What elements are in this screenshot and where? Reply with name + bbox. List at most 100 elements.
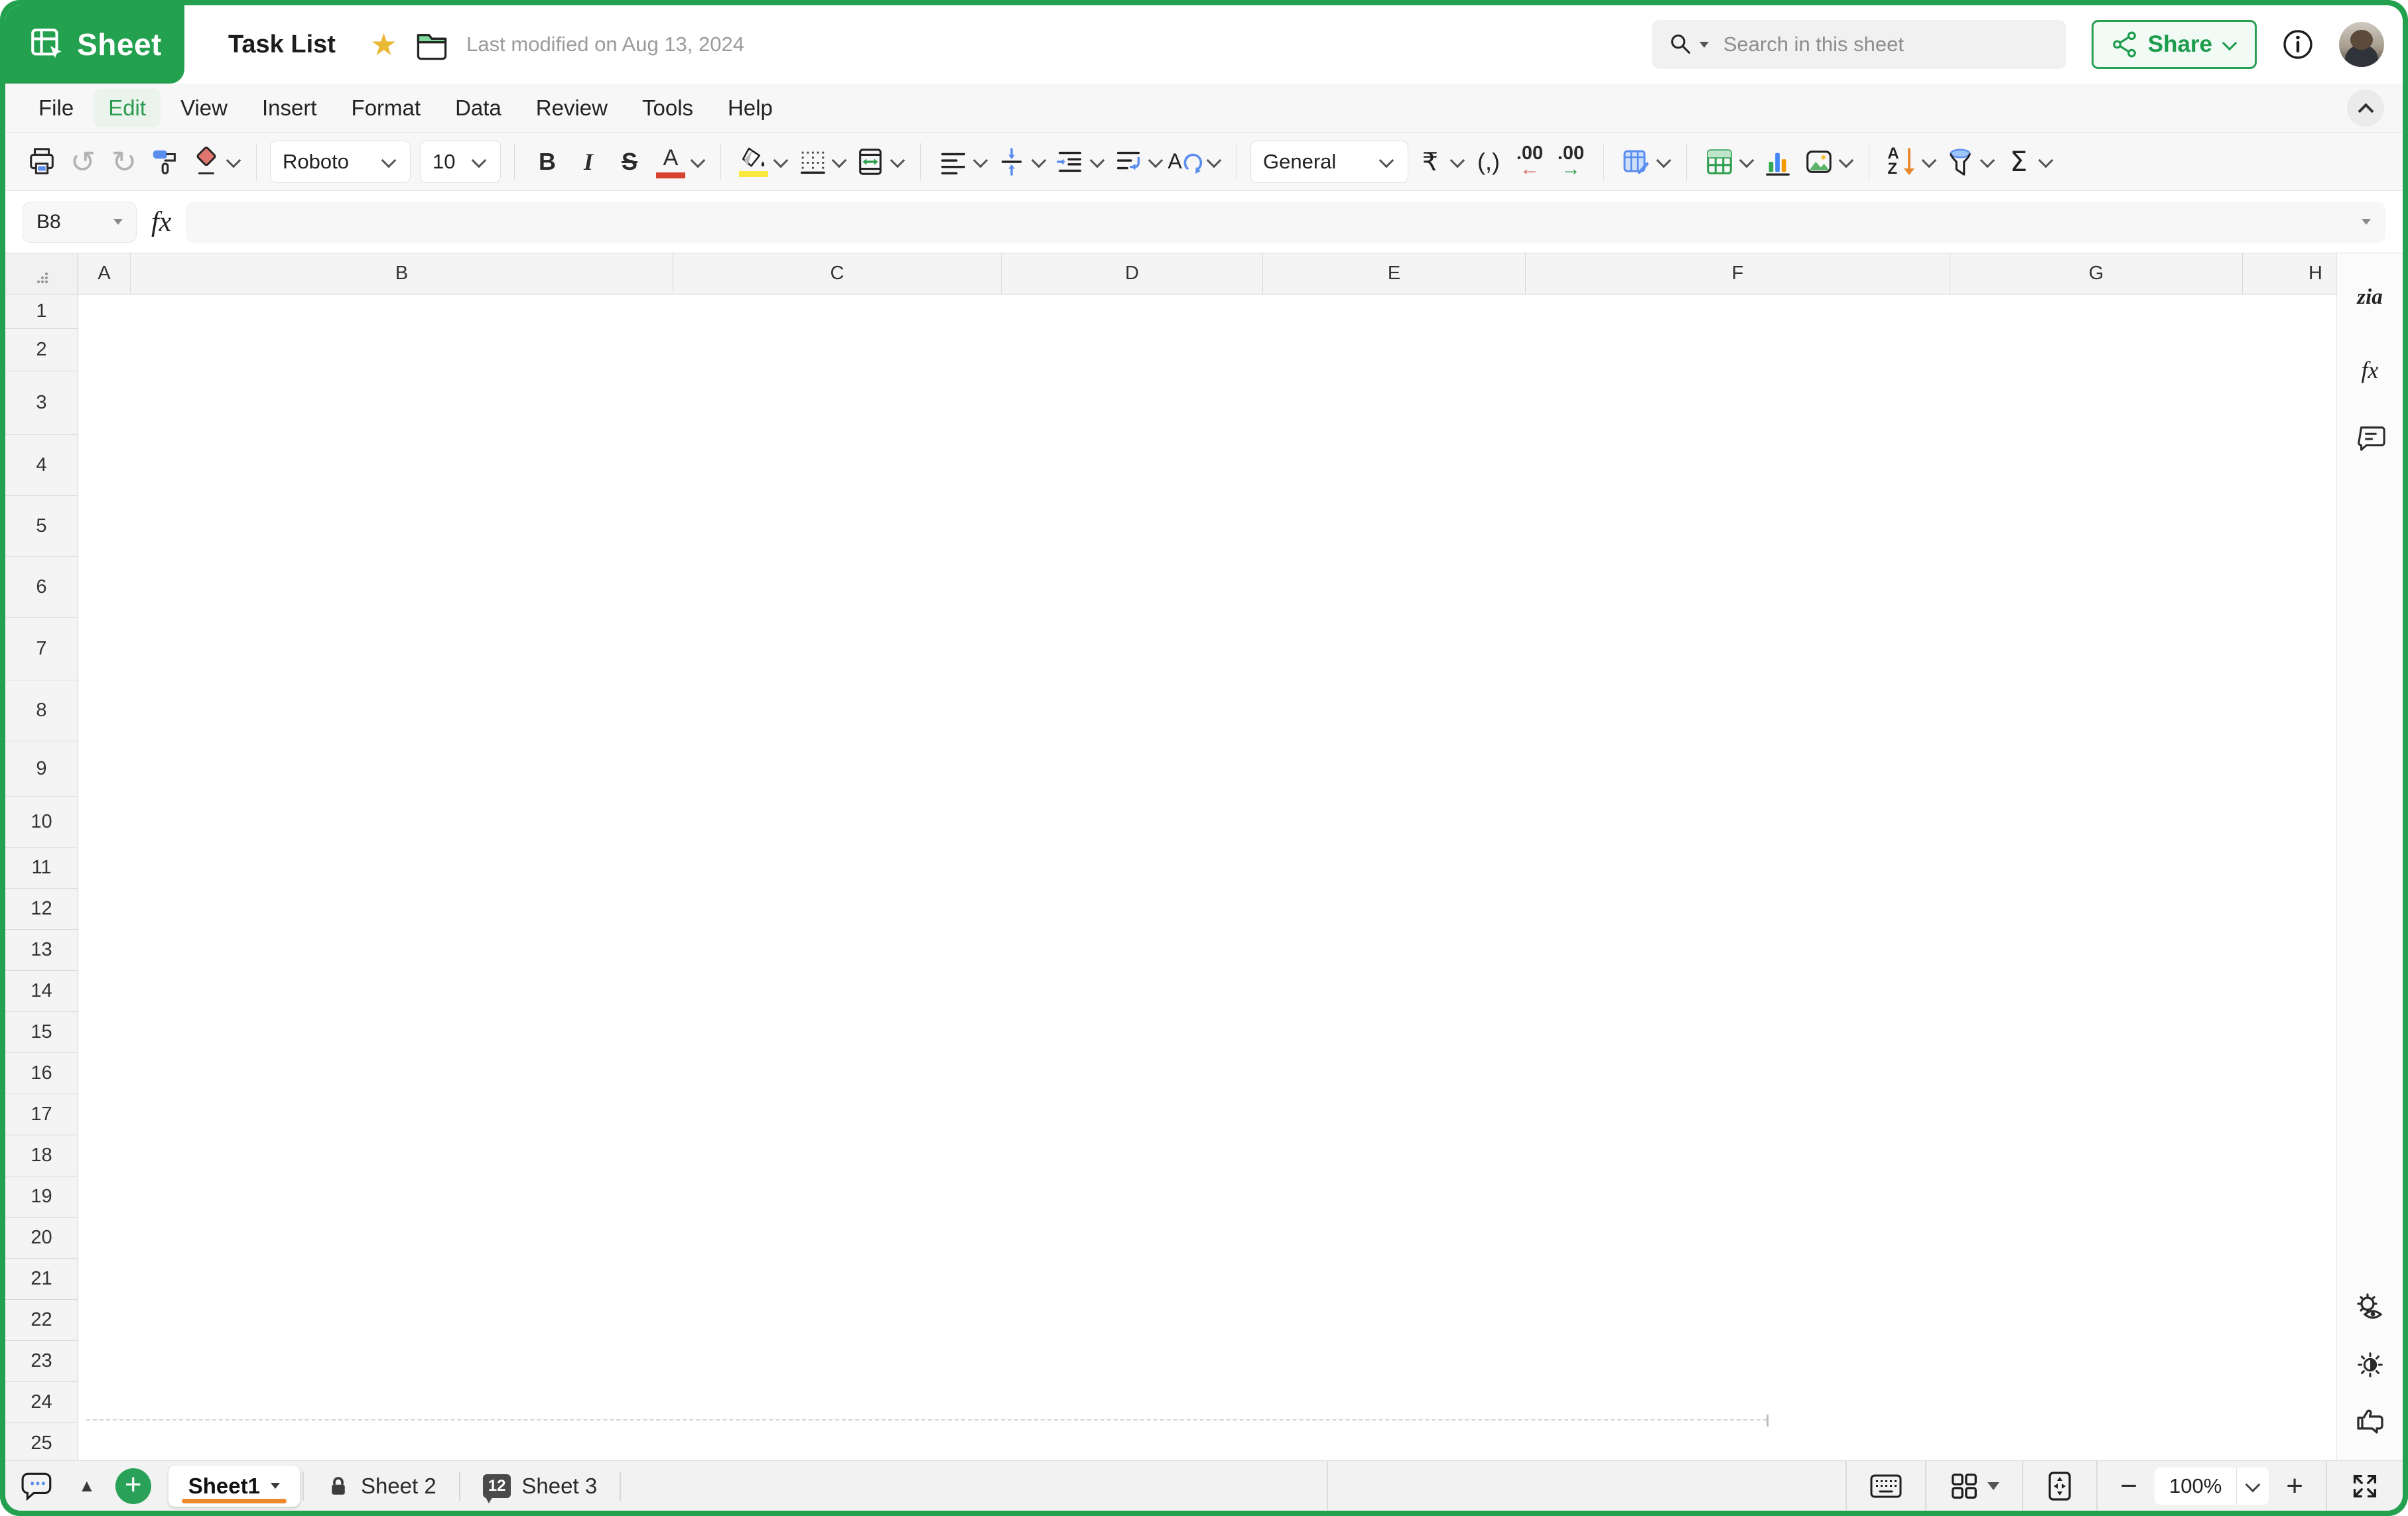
row-header-9[interactable]: 9 xyxy=(5,741,78,797)
undo-button[interactable]: ↺ xyxy=(64,141,102,183)
row-header-7[interactable]: 7 xyxy=(5,618,78,680)
share-button[interactable]: Share xyxy=(2092,20,2257,69)
fill-color-button[interactable] xyxy=(734,141,773,183)
column-header-e[interactable]: E xyxy=(1263,253,1526,294)
row-header-15[interactable]: 15 xyxy=(5,1012,78,1053)
expand-formula-bar-icon[interactable] xyxy=(2362,219,2371,225)
fill-color-dropdown-icon[interactable] xyxy=(773,154,789,170)
search-options-dropdown-icon[interactable] xyxy=(1700,42,1709,48)
row-header-17[interactable]: 17 xyxy=(5,1094,78,1135)
row-header-16[interactable]: 16 xyxy=(5,1053,78,1094)
zoom-level-dropdown[interactable] xyxy=(2237,1468,2269,1505)
insert-table-dropdown-icon[interactable] xyxy=(1739,154,1755,170)
italic-button[interactable]: I xyxy=(569,141,608,183)
chat-button[interactable] xyxy=(21,1470,54,1503)
select-all-corner[interactable] xyxy=(5,253,78,294)
currency-dropdown-icon[interactable] xyxy=(1449,154,1465,170)
cells-canvas[interactable] xyxy=(78,294,2336,1460)
sum-dropdown-icon[interactable] xyxy=(2038,154,2054,170)
row-header-25[interactable]: 25 xyxy=(5,1423,78,1460)
wrap-text-dropdown-icon[interactable] xyxy=(1148,154,1164,170)
column-header-c[interactable]: C xyxy=(673,253,1002,294)
info-icon[interactable] xyxy=(2282,29,2314,60)
row-header-11[interactable]: 11 xyxy=(5,848,78,889)
text-rotation-dropdown-icon[interactable] xyxy=(1206,154,1222,170)
sort-dropdown-icon[interactable] xyxy=(1921,154,1937,170)
conditional-format-button[interactable] xyxy=(1617,141,1656,183)
merge-cells-dropdown-icon[interactable] xyxy=(890,154,905,170)
insert-chart-button[interactable] xyxy=(1759,141,1797,183)
collapse-toolbar-button[interactable] xyxy=(2347,90,2384,127)
keyboard-shortcuts-button[interactable] xyxy=(1869,1472,1903,1501)
comma-format-button[interactable]: (,) xyxy=(1469,141,1508,183)
column-header-g[interactable]: G xyxy=(1950,253,2243,294)
vertical-align-dropdown-icon[interactable] xyxy=(1031,154,1047,170)
freeze-panes-dropdown-icon[interactable] xyxy=(1987,1482,1999,1490)
column-header-a[interactable]: A xyxy=(78,253,131,294)
folder-icon[interactable] xyxy=(415,29,449,60)
row-header-6[interactable]: 6 xyxy=(5,557,78,618)
column-header-d[interactable]: D xyxy=(1002,253,1263,294)
fit-to-page-button[interactable] xyxy=(2046,1470,2074,1502)
row-header-12[interactable]: 12 xyxy=(5,889,78,930)
merge-cells-button[interactable] xyxy=(851,141,890,183)
number-format-select[interactable]: General xyxy=(1250,141,1408,183)
text-rotation-button[interactable]: A xyxy=(1168,141,1206,183)
sheet-tab-sheet-2[interactable]: Sheet 2 xyxy=(306,1461,456,1511)
sheet-list-button[interactable]: ▲ xyxy=(78,1476,96,1496)
sheet-tab-sheet1[interactable]: Sheet1 xyxy=(168,1466,300,1507)
functions-panel-button[interactable]: fx xyxy=(2349,349,2391,391)
font-family-select[interactable]: Roboto xyxy=(270,141,411,183)
font-color-dropdown-icon[interactable] xyxy=(690,154,706,170)
row-header-5[interactable]: 5 xyxy=(5,496,78,557)
share-dropdown-icon[interactable] xyxy=(2222,36,2238,52)
row-header-14[interactable]: 14 xyxy=(5,971,78,1012)
row-header-3[interactable]: 3 xyxy=(5,371,78,435)
feedback-button[interactable] xyxy=(2349,1401,2391,1443)
theme-contrast-button[interactable] xyxy=(2349,1344,2391,1386)
font-size-select[interactable]: 10 xyxy=(420,141,501,183)
print-button[interactable] xyxy=(23,141,61,183)
zoom-in-button[interactable]: + xyxy=(2286,1472,2303,1501)
formula-input[interactable] xyxy=(186,202,2385,243)
insert-image-dropdown-icon[interactable] xyxy=(1838,154,1854,170)
row-header-1[interactable]: 1 xyxy=(5,294,78,329)
menu-item-view[interactable]: View xyxy=(166,89,242,127)
row-header-18[interactable]: 18 xyxy=(5,1135,78,1176)
increase-decimal-button[interactable]: .00 → xyxy=(1552,141,1590,183)
zoom-out-button[interactable]: − xyxy=(2120,1472,2137,1501)
menu-item-format[interactable]: Format xyxy=(337,89,436,127)
strikethrough-button[interactable]: S xyxy=(610,141,649,183)
borders-dropdown-icon[interactable] xyxy=(831,154,847,170)
bold-button[interactable]: B xyxy=(528,141,567,183)
row-header-4[interactable]: 4 xyxy=(5,435,78,496)
horizontal-align-button[interactable] xyxy=(934,141,972,183)
menu-item-insert[interactable]: Insert xyxy=(247,89,332,127)
search-input[interactable]: Search in this sheet xyxy=(1652,20,2066,69)
column-header-f[interactable]: F xyxy=(1526,253,1950,294)
row-header-8[interactable]: 8 xyxy=(5,680,78,741)
menu-item-review[interactable]: Review xyxy=(521,89,622,127)
indent-button[interactable] xyxy=(1051,141,1089,183)
row-header-24[interactable]: 24 xyxy=(5,1382,78,1423)
conditional-format-dropdown-icon[interactable] xyxy=(1656,154,1672,170)
favorite-star-icon[interactable]: ★ xyxy=(370,29,397,60)
insert-table-button[interactable] xyxy=(1700,141,1739,183)
filter-button[interactable] xyxy=(1941,141,1979,183)
insert-image-button[interactable] xyxy=(1800,141,1838,183)
format-painter-button[interactable] xyxy=(146,141,184,183)
borders-button[interactable] xyxy=(793,141,831,183)
menu-item-data[interactable]: Data xyxy=(440,89,516,127)
sheet-tab-dropdown-icon[interactable] xyxy=(271,1483,280,1489)
zia-assistant-button[interactable]: zia xyxy=(2349,276,2391,318)
row-header-22[interactable]: 22 xyxy=(5,1300,78,1341)
vertical-align-button[interactable] xyxy=(992,141,1031,183)
sort-button[interactable]: AZ xyxy=(1883,141,1921,183)
app-logo[interactable]: Sheet xyxy=(5,5,184,84)
row-header-21[interactable]: 21 xyxy=(5,1259,78,1300)
indent-dropdown-icon[interactable] xyxy=(1089,154,1105,170)
menu-item-file[interactable]: File xyxy=(24,89,88,127)
add-sheet-button[interactable]: + xyxy=(115,1468,151,1504)
zoom-level-value[interactable]: 100% xyxy=(2155,1468,2237,1505)
name-box[interactable]: B8 xyxy=(23,202,137,243)
